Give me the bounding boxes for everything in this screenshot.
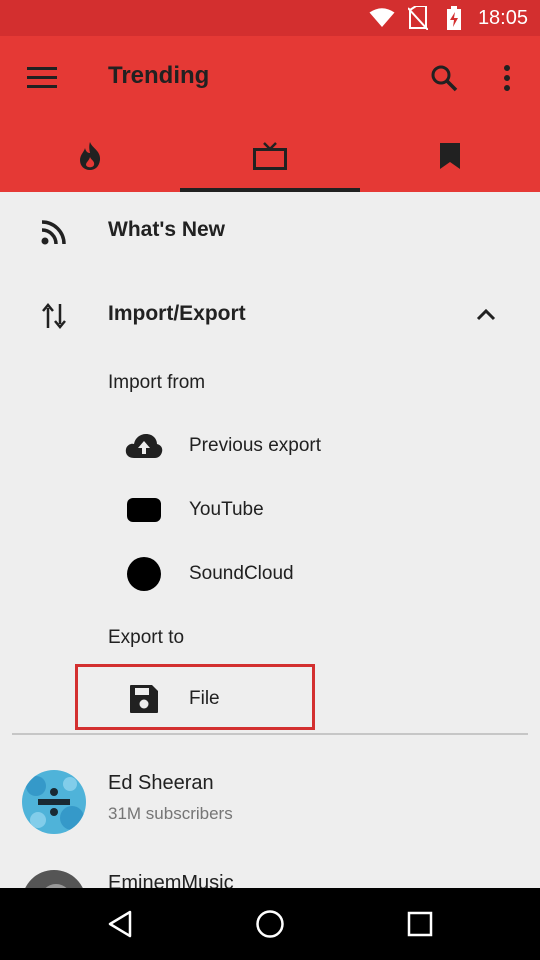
chevron-up-icon[interactable] <box>470 298 502 330</box>
import-from-label: Import from <box>108 372 206 393</box>
soundcloud-icon <box>124 556 164 592</box>
home-button[interactable] <box>248 904 292 944</box>
file-label: File <box>189 688 220 709</box>
clock: 18:05 <box>477 6 528 29</box>
tab-trending[interactable] <box>0 120 180 192</box>
export-to-label: Export to <box>108 627 185 648</box>
fire-icon <box>80 142 101 170</box>
search-icon <box>431 65 458 92</box>
soundcloud-label: SoundCloud <box>189 563 294 584</box>
more-vert-icon <box>504 65 510 91</box>
more-options-button[interactable] <box>487 58 527 98</box>
import-export-label: Import/Export <box>108 302 246 325</box>
channel-name: Ed Sheeran <box>108 772 214 794</box>
menu-button[interactable] <box>22 58 62 98</box>
navigation-bar <box>0 888 540 960</box>
youtube-icon <box>124 492 164 528</box>
channel-subscribers: 31M subscribers <box>108 804 233 823</box>
toolbar: Trending <box>0 36 540 120</box>
previous-export-label: Previous export <box>189 435 322 456</box>
rss-icon <box>36 214 72 250</box>
whats-new-label: What's New <box>108 218 226 241</box>
app-bar: Trending <box>0 36 540 192</box>
divider <box>12 733 528 735</box>
swap-vert-icon <box>36 298 72 334</box>
tab-bookmarks[interactable] <box>360 120 540 192</box>
bookmark-icon <box>440 143 460 169</box>
battery-charging-icon <box>440 6 468 30</box>
import-previous-export-item[interactable]: Previous export <box>108 418 508 474</box>
save-icon <box>126 681 162 717</box>
search-button[interactable] <box>424 58 464 98</box>
recents-icon <box>407 911 433 937</box>
page-title: Trending <box>108 62 210 89</box>
recents-button[interactable] <box>398 904 442 944</box>
import-soundcloud-item[interactable]: SoundCloud <box>108 546 508 602</box>
back-button[interactable] <box>98 904 142 944</box>
avatar <box>22 770 86 834</box>
import-youtube-item[interactable]: YouTube <box>108 482 508 538</box>
export-file-item[interactable]: File <box>75 664 315 730</box>
no-sim-icon <box>404 6 432 30</box>
status-bar: 18:05 <box>0 0 540 36</box>
menu-icon <box>27 67 57 88</box>
tab-bar <box>0 120 540 192</box>
import-export-item[interactable]: Import/Export <box>0 276 540 352</box>
cloud-upload-icon <box>124 428 164 464</box>
whats-new-item[interactable]: What's New <box>0 192 540 268</box>
tv-icon <box>253 142 287 170</box>
youtube-label: YouTube <box>189 499 264 520</box>
back-icon <box>108 910 132 938</box>
home-icon <box>256 910 284 938</box>
wifi-icon <box>368 6 396 30</box>
tab-subscriptions[interactable] <box>180 120 360 192</box>
channel-item[interactable]: Ed Sheeran 31M subscribers <box>0 762 540 842</box>
